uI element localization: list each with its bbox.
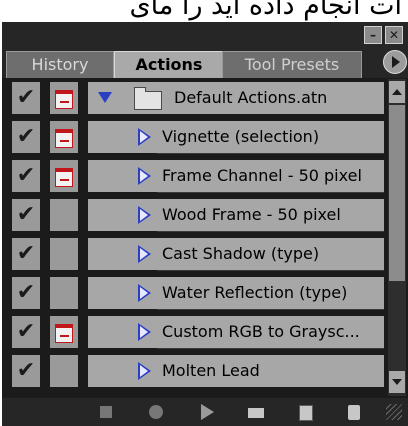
play-triangle-icon[interactable]	[138, 362, 151, 380]
tab-history[interactable]: History	[6, 51, 114, 78]
action-name-cell[interactable]: Frame Channel - 50 pixel	[88, 160, 384, 192]
dialog-icon	[55, 90, 73, 109]
toggle-dialog-cell[interactable]	[50, 160, 78, 192]
trash-icon[interactable]	[344, 402, 364, 422]
action-name-cell[interactable]: Custom RGB to Graysc...	[88, 316, 384, 348]
play-triangle-icon[interactable]	[138, 167, 151, 185]
row-divider	[157, 153, 384, 154]
play-selection-icon[interactable]	[196, 402, 216, 422]
action-name-cell[interactable]: Water Reflection (type)	[88, 277, 384, 309]
action-name-cell[interactable]: Molten Lead	[88, 355, 384, 387]
checkmark-icon: ✔	[16, 202, 36, 227]
panel-tabs: History Actions Tool Presets	[2, 46, 408, 78]
record-icon[interactable]	[146, 402, 166, 422]
toggle-item-checkbox[interactable]: ✔	[12, 316, 40, 348]
toggle-item-checkbox[interactable]: ✔	[12, 277, 40, 309]
action-row-water-reflection[interactable]: ✔ Water Reflection (type)	[2, 274, 388, 312]
checkmark-icon: ✔	[16, 124, 36, 149]
dialog-icon	[55, 324, 73, 343]
toggle-dialog-cell[interactable]	[50, 121, 78, 153]
panel-menu-arrow-icon[interactable]	[383, 50, 407, 74]
tab-tool-presets[interactable]: Tool Presets	[222, 51, 362, 78]
scroll-thumb[interactable]	[389, 105, 405, 281]
checkmark-icon: ✔	[16, 163, 36, 188]
action-label: Custom RGB to Graysc...	[162, 322, 360, 341]
action-set-label: Default Actions.atn	[174, 88, 328, 107]
checkmark-icon: ✔	[16, 358, 36, 383]
toggle-item-checkbox[interactable]: ✔	[12, 355, 40, 387]
row-divider	[157, 348, 384, 349]
row-divider	[157, 231, 384, 232]
action-row-frame-channel[interactable]: ✔ Frame Channel - 50 pixel	[2, 157, 388, 195]
folder-icon	[134, 87, 162, 110]
toggle-dialog-cell[interactable]	[50, 316, 78, 348]
resize-grip-icon[interactable]	[386, 404, 402, 420]
action-row-vignette[interactable]: ✔ Vignette (selection)	[2, 118, 388, 156]
action-row-molten-lead[interactable]: ✔ Molten Lead	[2, 352, 388, 390]
dialog-icon	[55, 129, 73, 148]
action-label: Vignette (selection)	[162, 127, 320, 146]
play-triangle-icon[interactable]	[138, 323, 151, 341]
play-triangle-icon[interactable]	[138, 128, 151, 146]
toggle-dialog-cell[interactable]	[50, 82, 78, 114]
panel-titlebar: – ✕	[2, 22, 408, 46]
toggle-item-checkbox[interactable]: ✔	[12, 160, 40, 192]
checkmark-icon: ✔	[16, 319, 36, 344]
play-triangle-icon[interactable]	[138, 206, 151, 224]
close-button[interactable]: ✕	[385, 26, 403, 44]
stop-icon[interactable]	[96, 402, 116, 422]
row-divider	[157, 192, 384, 193]
action-name-cell[interactable]: Cast Shadow (type)	[88, 238, 384, 270]
row-divider	[157, 270, 384, 271]
page-caption-strip: ات انجام داده اید را مای	[0, 0, 408, 22]
action-set-row[interactable]: ✔ Default Actions.atn	[2, 79, 388, 117]
action-label: Water Reflection (type)	[162, 283, 348, 302]
toggle-dialog-cell[interactable]	[50, 355, 78, 387]
action-label: Frame Channel - 50 pixel	[162, 166, 362, 185]
scroll-up-arrow-icon[interactable]	[389, 81, 405, 103]
play-triangle-icon[interactable]	[138, 284, 151, 302]
tab-actions[interactable]: Actions	[114, 51, 224, 78]
new-set-folder-icon[interactable]	[246, 402, 266, 422]
actions-toolbar	[2, 398, 408, 426]
toggle-item-checkbox[interactable]: ✔	[12, 238, 40, 270]
actions-list: ✔ Default Actions.atn ✔ Vignette (select…	[2, 79, 408, 396]
caption-text: ات انجام داده اید را مای	[129, 0, 402, 21]
action-name-cell[interactable]: Vignette (selection)	[88, 121, 384, 153]
checkmark-icon: ✔	[16, 241, 36, 266]
toggle-item-checkbox[interactable]: ✔	[12, 121, 40, 153]
action-label: Molten Lead	[162, 361, 260, 380]
scroll-down-arrow-icon[interactable]	[389, 371, 405, 393]
new-action-icon[interactable]	[296, 402, 316, 422]
play-triangle-icon[interactable]	[138, 245, 151, 263]
action-label: Cast Shadow (type)	[162, 244, 320, 263]
dialog-icon	[55, 168, 73, 187]
row-divider	[157, 309, 384, 310]
toggle-item-checkbox[interactable]: ✔	[12, 199, 40, 231]
action-row-wood-frame[interactable]: ✔ Wood Frame - 50 pixel	[2, 196, 388, 234]
action-set-name-cell[interactable]: Default Actions.atn	[88, 82, 384, 114]
checkmark-icon: ✔	[16, 85, 36, 110]
vertical-scrollbar[interactable]	[388, 79, 406, 396]
action-label: Wood Frame - 50 pixel	[162, 205, 341, 224]
toggle-item-checkbox[interactable]: ✔	[12, 82, 40, 114]
toggle-dialog-cell[interactable]	[50, 277, 78, 309]
toggle-dialog-cell[interactable]	[50, 199, 78, 231]
minimize-button[interactable]: –	[364, 26, 382, 44]
checkmark-icon: ✔	[16, 280, 36, 305]
action-name-cell[interactable]: Wood Frame - 50 pixel	[88, 199, 384, 231]
toggle-dialog-cell[interactable]	[50, 238, 78, 270]
action-row-cast-shadow[interactable]: ✔ Cast Shadow (type)	[2, 235, 388, 273]
expand-chevron-icon[interactable]	[98, 92, 112, 103]
actions-panel: – ✕ History Actions Tool Presets ✔ Defau…	[2, 22, 408, 426]
action-row-custom-rgb[interactable]: ✔ Custom RGB to Graysc...	[2, 313, 388, 351]
